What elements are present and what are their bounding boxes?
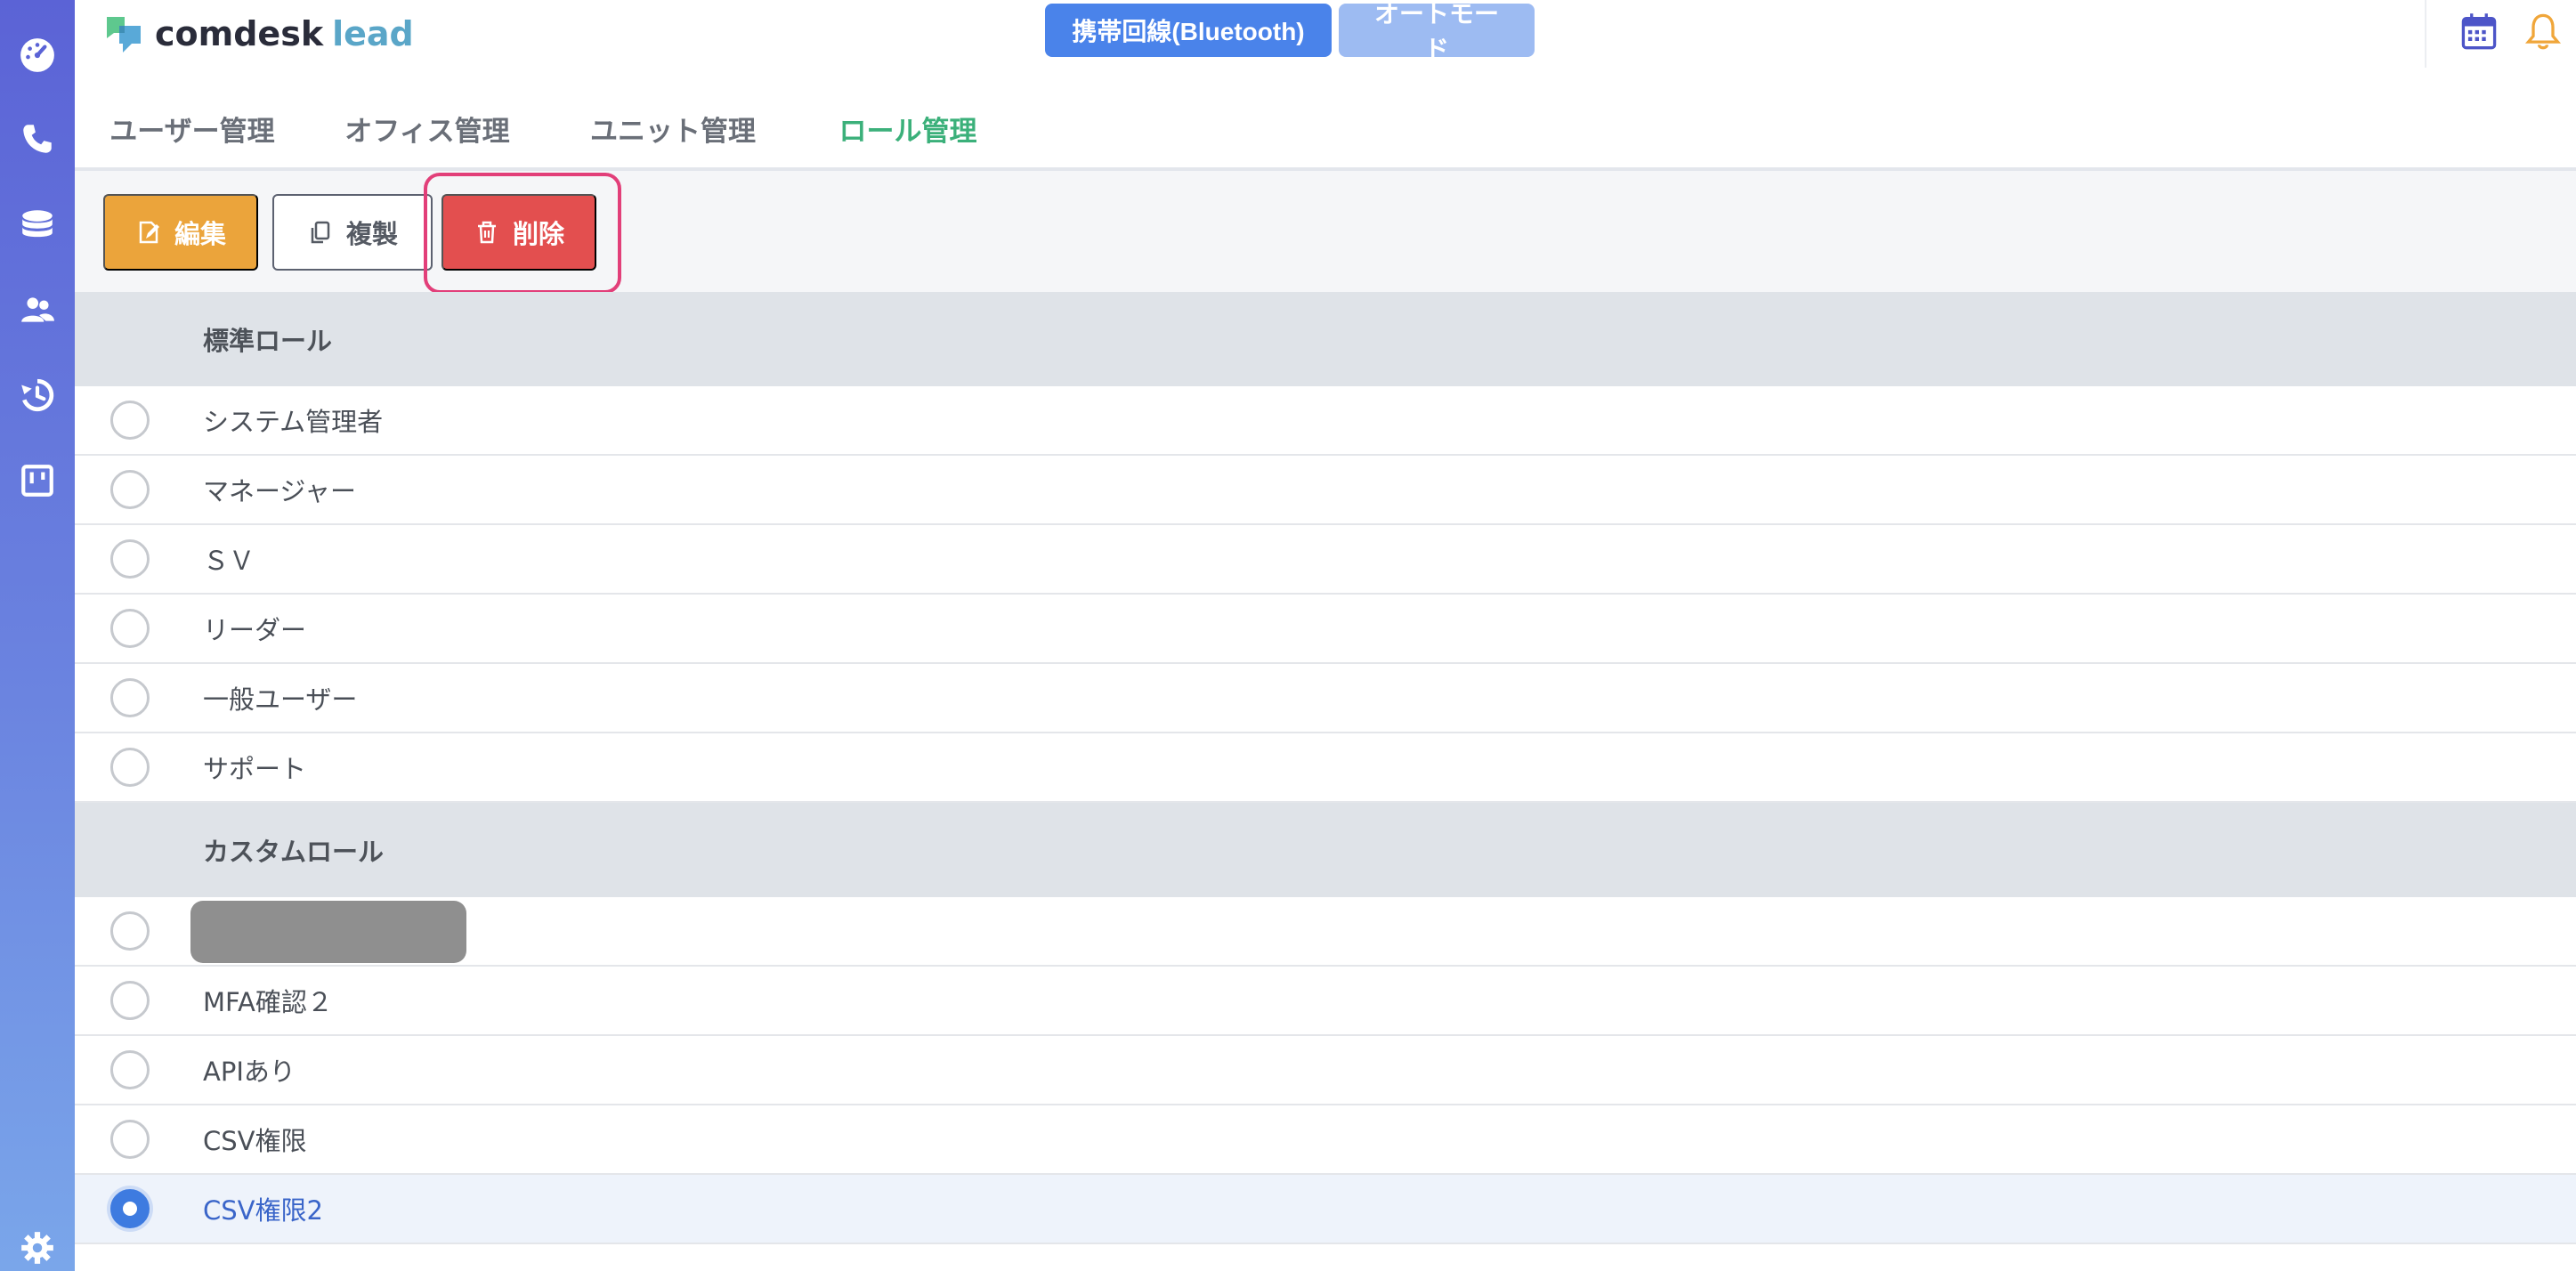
redacted-role-name bbox=[190, 901, 466, 963]
board-icon[interactable] bbox=[0, 454, 75, 507]
role-radio[interactable] bbox=[110, 470, 150, 509]
role-radio[interactable] bbox=[110, 748, 150, 787]
copy-button[interactable]: 複製 bbox=[272, 194, 433, 271]
role-row[interactable]: APIあり bbox=[75, 1036, 2576, 1105]
tab-role-management[interactable]: ロール管理 bbox=[801, 85, 1015, 174]
delete-button-label: 削除 bbox=[512, 221, 564, 249]
role-label: 一般ユーザー bbox=[203, 684, 358, 715]
role-label: サポート bbox=[203, 754, 307, 784]
auto-mode-button[interactable]: オートモード bbox=[1339, 0, 1535, 63]
role-label: システム管理者 bbox=[203, 407, 384, 437]
header-right-actions bbox=[2425, 0, 2576, 68]
role-row[interactable]: マネージャー bbox=[75, 456, 2576, 525]
edit-button[interactable]: 編集 bbox=[103, 194, 258, 271]
standard-roles-heading: 標準ロール bbox=[75, 292, 2576, 386]
role-label: リーダー bbox=[203, 615, 307, 645]
history-icon[interactable] bbox=[0, 368, 75, 422]
role-row[interactable]: サポート bbox=[75, 733, 2576, 803]
edit-button-label: 編集 bbox=[174, 221, 226, 249]
action-toolbar: 編集 複製 削除 bbox=[75, 171, 2576, 294]
role-radio[interactable] bbox=[110, 401, 150, 440]
custom-roles-heading: カスタムロール bbox=[75, 803, 2576, 897]
role-list: 標準ロール システム管理者 マネージャー ＳＶ リーダー 一般ユーザー サポート… bbox=[75, 292, 2576, 1244]
edit-icon bbox=[139, 221, 159, 244]
role-row[interactable]: CSV権限 bbox=[75, 1105, 2576, 1175]
bluetooth-line-button[interactable]: 携帯回線(Bluetooth) bbox=[1045, 4, 1332, 57]
role-row[interactable] bbox=[75, 897, 2576, 967]
tab-office-management[interactable]: オフィス管理 bbox=[310, 85, 545, 171]
copy-icon bbox=[311, 221, 330, 244]
phone-icon[interactable] bbox=[0, 112, 75, 166]
role-row[interactable]: 一般ユーザー bbox=[75, 664, 2576, 733]
role-radio[interactable] bbox=[110, 678, 150, 717]
role-label: ＳＶ bbox=[203, 546, 255, 576]
role-radio[interactable] bbox=[110, 981, 150, 1020]
dashboard-icon[interactable] bbox=[0, 28, 75, 82]
settings-gear-icon[interactable] bbox=[0, 1221, 75, 1271]
role-radio[interactable] bbox=[110, 539, 150, 579]
tab-bar: ユーザー管理 オフィス管理 ユニット管理 ロール管理 bbox=[75, 85, 2576, 174]
role-radio[interactable] bbox=[110, 911, 150, 951]
role-label: APIあり bbox=[203, 1056, 296, 1087]
logo-suffix: lead bbox=[332, 14, 414, 53]
bell-icon[interactable] bbox=[2521, 9, 2565, 53]
role-radio[interactable] bbox=[110, 1120, 150, 1159]
header: comdesk lead 携帯回線(Bluetooth) オートモード ユーザー管… bbox=[75, 0, 2576, 174]
logo-text: comdesk lead bbox=[155, 14, 414, 53]
role-row[interactable]: ＳＶ bbox=[75, 525, 2576, 595]
role-label: MFA確認２ bbox=[203, 987, 333, 1017]
role-label: CSV権限2 bbox=[203, 1195, 323, 1226]
calendar-icon[interactable] bbox=[2457, 9, 2501, 53]
users-icon[interactable] bbox=[0, 283, 75, 336]
database-icon[interactable] bbox=[0, 198, 75, 251]
copy-button-label: 複製 bbox=[345, 221, 398, 249]
tab-unit-management[interactable]: ユニット管理 bbox=[545, 85, 801, 171]
sidebar bbox=[0, 0, 75, 1271]
role-row[interactable]: リーダー bbox=[75, 595, 2576, 664]
app-logo[interactable]: comdesk lead bbox=[103, 9, 414, 59]
role-row[interactable]: MFA確認２ bbox=[75, 967, 2576, 1036]
tab-user-management[interactable]: ユーザー管理 bbox=[75, 85, 310, 171]
logo-name: comdesk bbox=[155, 14, 324, 53]
delete-button[interactable]: 削除 bbox=[441, 194, 596, 271]
app-root: comdesk lead 携帯回線(Bluetooth) オートモード ユーザー管… bbox=[0, 0, 2576, 1271]
role-label: マネージャー bbox=[203, 476, 356, 506]
role-row-selected[interactable]: CSV権限2 bbox=[75, 1175, 2576, 1244]
role-row[interactable]: システム管理者 bbox=[75, 386, 2576, 456]
role-radio-selected[interactable] bbox=[110, 1189, 150, 1228]
logo-mark-icon bbox=[107, 17, 141, 53]
role-label: CSV権限 bbox=[203, 1126, 307, 1156]
trash-icon bbox=[477, 221, 496, 244]
role-radio[interactable] bbox=[110, 609, 150, 648]
role-radio[interactable] bbox=[110, 1050, 150, 1089]
